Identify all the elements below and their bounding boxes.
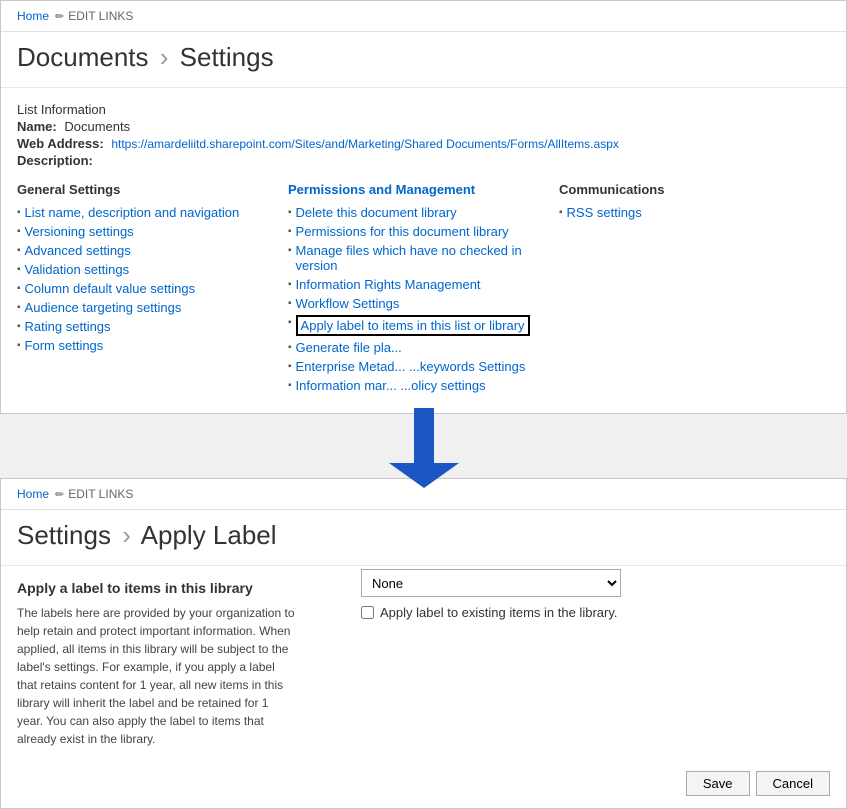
list-info: List Information Name: Documents Web Add… <box>17 102 830 168</box>
list-item: List name, description and navigation <box>17 205 278 220</box>
bottom-title-arrow: › <box>122 520 131 550</box>
list-item: Rating settings <box>17 319 278 334</box>
general-settings-col: General Settings List name, description … <box>17 182 288 397</box>
bottom-breadcrumb: Home ✏ EDIT LINKS <box>1 479 846 510</box>
generate-file-link[interactable]: Generate file pla... <box>296 340 402 355</box>
list-item: Versioning settings <box>17 224 278 239</box>
description-row: Description: <box>17 153 830 168</box>
title-part2: Settings <box>180 42 274 72</box>
validation-link[interactable]: Validation settings <box>25 262 130 277</box>
home-link[interactable]: Home <box>17 9 49 23</box>
communications-title: Communications <box>559 182 820 197</box>
pencil-icon: ✏ <box>55 10 64 23</box>
list-item: Information mar... ...olicy settings <box>288 378 549 393</box>
column-default-link[interactable]: Column default value settings <box>25 281 196 296</box>
list-name-link[interactable]: List name, description and navigation <box>25 205 240 220</box>
list-item: Form settings <box>17 338 278 353</box>
list-item: Workflow Settings <box>288 296 549 311</box>
checkbox-label: Apply label to existing items in the lib… <box>380 605 617 620</box>
bottom-buttons: Save Cancel <box>686 771 830 796</box>
apply-label-section-title: Apply a label to items in this library <box>17 580 297 596</box>
list-item: Advanced settings <box>17 243 278 258</box>
edit-links-bottom[interactable]: ✏ EDIT LINKS <box>55 487 133 501</box>
title-arrow: › <box>160 42 169 72</box>
bottom-title-part2: Apply Label <box>141 520 277 550</box>
general-settings-list: List name, description and navigation Ve… <box>17 205 278 353</box>
list-item: RSS settings <box>559 205 820 220</box>
form-link[interactable]: Form settings <box>25 338 104 353</box>
permissions-title: Permissions and Management <box>288 182 549 197</box>
rating-link[interactable]: Rating settings <box>25 319 111 334</box>
arrow-overlay <box>0 408 847 488</box>
list-item: Generate file pla... <box>288 340 549 355</box>
home-link-bottom[interactable]: Home <box>17 487 49 501</box>
list-item: Manage files which have no checked in ve… <box>288 243 549 273</box>
bottom-panel: Home ✏ EDIT LINKS Settings › Apply Label… <box>0 478 847 809</box>
top-breadcrumb: Home ✏ EDIT LINKS <box>1 1 846 32</box>
cancel-button[interactable]: Cancel <box>756 771 830 796</box>
list-item: Permissions for this document library <box>288 224 549 239</box>
web-address-link[interactable]: https://amardeliitd.sharepoint.com/Sites… <box>111 137 619 151</box>
edit-links-top[interactable]: ✏ EDIT LINKS <box>55 9 133 23</box>
list-item: Apply label to items in this list or lib… <box>288 315 549 336</box>
top-content: List Information Name: Documents Web Add… <box>1 88 846 413</box>
enterprise-meta-link[interactable]: Enterprise Metad... ...keywords Settings <box>296 359 526 374</box>
top-page-title: Documents › Settings <box>1 32 846 88</box>
versioning-link[interactable]: Versioning settings <box>25 224 134 239</box>
label-dropdown[interactable]: None <box>361 569 621 597</box>
list-item: Enterprise Metad... ...keywords Settings <box>288 359 549 374</box>
apply-existing-checkbox[interactable] <box>361 606 374 619</box>
delete-lib-link[interactable]: Delete this document library <box>296 205 457 220</box>
permissions-lib-link[interactable]: Permissions for this document library <box>296 224 509 239</box>
left-description: Apply a label to items in this library T… <box>17 580 297 748</box>
workflow-link[interactable]: Workflow Settings <box>296 296 400 311</box>
list-item: Column default value settings <box>17 281 278 296</box>
permissions-list: Delete this document library Permissions… <box>288 205 549 393</box>
bottom-title-part1: Settings <box>17 520 111 550</box>
checkbox-row: Apply label to existing items in the lib… <box>361 605 621 620</box>
info-mar-link[interactable]: Information mar... ...olicy settings <box>296 378 486 393</box>
list-item: Delete this document library <box>288 205 549 220</box>
list-item: Information Rights Management <box>288 277 549 292</box>
apply-label-link[interactable]: Apply label to items in this list or lib… <box>296 315 530 336</box>
irm-link[interactable]: Information Rights Management <box>296 277 481 292</box>
list-item: Audience targeting settings <box>17 300 278 315</box>
down-arrow-icon <box>384 408 464 488</box>
rss-link[interactable]: RSS settings <box>567 205 642 220</box>
advanced-link[interactable]: Advanced settings <box>25 243 131 258</box>
pencil-icon-bottom: ✏ <box>55 488 64 501</box>
permissions-col: Permissions and Management Delete this d… <box>288 182 559 397</box>
bottom-page-title: Settings › Apply Label <box>1 510 846 566</box>
general-settings-title: General Settings <box>17 182 278 197</box>
web-address-row: Web Address: https://amardeliitd.sharepo… <box>17 136 830 151</box>
list-item: Validation settings <box>17 262 278 277</box>
manage-files-link[interactable]: Manage files which have no checked in ve… <box>296 243 549 273</box>
apply-label-desc: The labels here are provided by your org… <box>17 604 297 748</box>
list-info-label-row: List Information <box>17 102 830 117</box>
communications-list: RSS settings <box>559 205 820 220</box>
name-row: Name: Documents <box>17 119 830 134</box>
settings-grid: General Settings List name, description … <box>17 182 830 397</box>
top-panel: Home ✏ EDIT LINKS Documents › Settings L… <box>0 0 847 414</box>
audience-link[interactable]: Audience targeting settings <box>25 300 182 315</box>
title-part1: Documents <box>17 42 149 72</box>
communications-col: Communications RSS settings <box>559 182 830 397</box>
right-controls: None Apply label to existing items in th… <box>361 569 621 620</box>
save-button[interactable]: Save <box>686 771 750 796</box>
